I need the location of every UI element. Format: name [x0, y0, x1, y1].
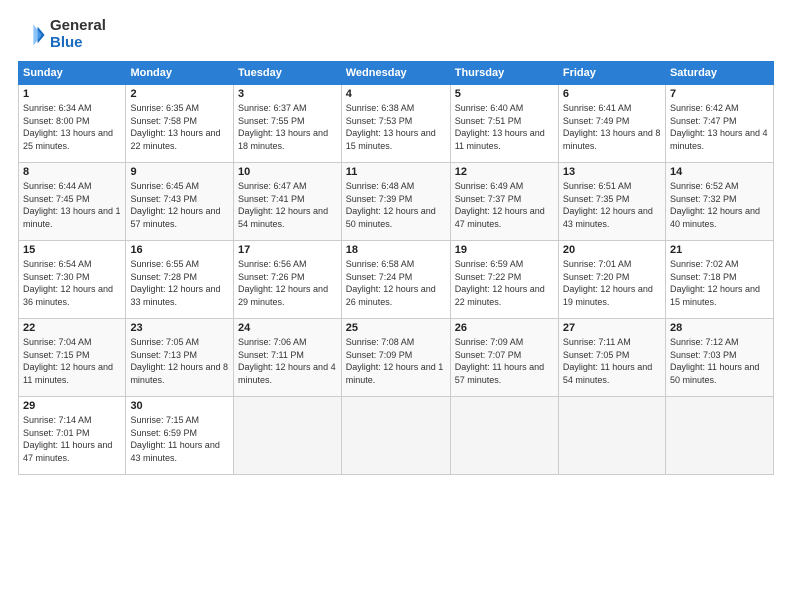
calendar-cell-22: 22Sunrise: 7:04 AMSunset: 7:15 PMDayligh… [19, 319, 126, 397]
calendar-row-1: 1Sunrise: 6:34 AMSunset: 8:00 PMDaylight… [19, 85, 774, 163]
calendar-cell-empty [558, 397, 665, 475]
calendar-cell-2: 2Sunrise: 6:35 AMSunset: 7:58 PMDaylight… [126, 85, 234, 163]
calendar-cell-16: 16Sunrise: 6:55 AMSunset: 7:28 PMDayligh… [126, 241, 234, 319]
weekday-header-sunday: Sunday [19, 62, 126, 85]
header: General Blue [18, 18, 774, 51]
calendar-cell-26: 26Sunrise: 7:09 AMSunset: 7:07 PMDayligh… [450, 319, 558, 397]
logo-icon [18, 21, 46, 49]
calendar-row-2: 8Sunrise: 6:44 AMSunset: 7:45 PMDaylight… [19, 163, 774, 241]
calendar-cell-3: 3Sunrise: 6:37 AMSunset: 7:55 PMDaylight… [234, 85, 342, 163]
weekday-header-wednesday: Wednesday [341, 62, 450, 85]
calendar-row-4: 22Sunrise: 7:04 AMSunset: 7:15 PMDayligh… [19, 319, 774, 397]
calendar-cell-21: 21Sunrise: 7:02 AMSunset: 7:18 PMDayligh… [665, 241, 773, 319]
calendar-cell-7: 7Sunrise: 6:42 AMSunset: 7:47 PMDaylight… [665, 85, 773, 163]
page: General Blue SundayMondayTuesdayWednesda… [0, 0, 792, 612]
weekday-header-tuesday: Tuesday [234, 62, 342, 85]
weekday-header-saturday: Saturday [665, 62, 773, 85]
calendar-cell-28: 28Sunrise: 7:12 AMSunset: 7:03 PMDayligh… [665, 319, 773, 397]
calendar-cell-9: 9Sunrise: 6:45 AMSunset: 7:43 PMDaylight… [126, 163, 234, 241]
calendar-cell-11: 11Sunrise: 6:48 AMSunset: 7:39 PMDayligh… [341, 163, 450, 241]
calendar-cell-empty [234, 397, 342, 475]
calendar-cell-25: 25Sunrise: 7:08 AMSunset: 7:09 PMDayligh… [341, 319, 450, 397]
calendar-cell-20: 20Sunrise: 7:01 AMSunset: 7:20 PMDayligh… [558, 241, 665, 319]
calendar-cell-18: 18Sunrise: 6:58 AMSunset: 7:24 PMDayligh… [341, 241, 450, 319]
calendar-cell-6: 6Sunrise: 6:41 AMSunset: 7:49 PMDaylight… [558, 85, 665, 163]
calendar-cell-8: 8Sunrise: 6:44 AMSunset: 7:45 PMDaylight… [19, 163, 126, 241]
calendar-cell-10: 10Sunrise: 6:47 AMSunset: 7:41 PMDayligh… [234, 163, 342, 241]
calendar-cell-empty [665, 397, 773, 475]
calendar-row-3: 15Sunrise: 6:54 AMSunset: 7:30 PMDayligh… [19, 241, 774, 319]
calendar-cell-12: 12Sunrise: 6:49 AMSunset: 7:37 PMDayligh… [450, 163, 558, 241]
calendar-cell-13: 13Sunrise: 6:51 AMSunset: 7:35 PMDayligh… [558, 163, 665, 241]
calendar-cell-29: 29Sunrise: 7:14 AMSunset: 7:01 PMDayligh… [19, 397, 126, 475]
calendar-cell-24: 24Sunrise: 7:06 AMSunset: 7:11 PMDayligh… [234, 319, 342, 397]
logo-text: General Blue [50, 18, 106, 51]
calendar-cell-empty [341, 397, 450, 475]
calendar-cell-19: 19Sunrise: 6:59 AMSunset: 7:22 PMDayligh… [450, 241, 558, 319]
calendar-cell-4: 4Sunrise: 6:38 AMSunset: 7:53 PMDaylight… [341, 85, 450, 163]
calendar-cell-27: 27Sunrise: 7:11 AMSunset: 7:05 PMDayligh… [558, 319, 665, 397]
calendar-cell-17: 17Sunrise: 6:56 AMSunset: 7:26 PMDayligh… [234, 241, 342, 319]
calendar-cell-5: 5Sunrise: 6:40 AMSunset: 7:51 PMDaylight… [450, 85, 558, 163]
calendar-cell-15: 15Sunrise: 6:54 AMSunset: 7:30 PMDayligh… [19, 241, 126, 319]
calendar-cell-empty [450, 397, 558, 475]
weekday-header-row: SundayMondayTuesdayWednesdayThursdayFrid… [19, 62, 774, 85]
calendar-cell-14: 14Sunrise: 6:52 AMSunset: 7:32 PMDayligh… [665, 163, 773, 241]
weekday-header-friday: Friday [558, 62, 665, 85]
logo: General Blue [18, 18, 106, 51]
calendar-cell-30: 30Sunrise: 7:15 AMSunset: 6:59 PMDayligh… [126, 397, 234, 475]
calendar-cell-23: 23Sunrise: 7:05 AMSunset: 7:13 PMDayligh… [126, 319, 234, 397]
weekday-header-thursday: Thursday [450, 62, 558, 85]
calendar: SundayMondayTuesdayWednesdayThursdayFrid… [18, 61, 774, 475]
calendar-cell-1: 1Sunrise: 6:34 AMSunset: 8:00 PMDaylight… [19, 85, 126, 163]
weekday-header-monday: Monday [126, 62, 234, 85]
calendar-row-5: 29Sunrise: 7:14 AMSunset: 7:01 PMDayligh… [19, 397, 774, 475]
